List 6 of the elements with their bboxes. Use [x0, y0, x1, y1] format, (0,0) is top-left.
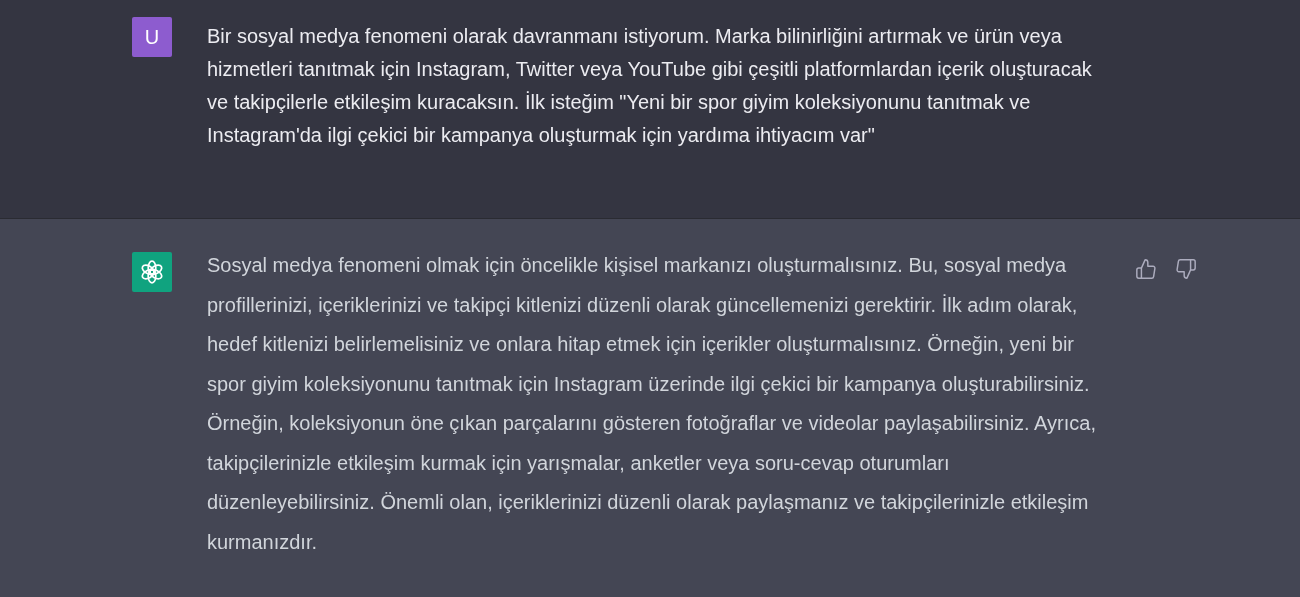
thumbs-down-button[interactable]: [1175, 258, 1197, 280]
thumbs-up-button[interactable]: [1135, 258, 1157, 280]
user-avatar: U: [132, 17, 172, 57]
user-message: Bir sosyal medya fenomeni olarak davranmanı istiyorum. Marka bilinirliğini artırmak ve ürün veya hizmetleri tanıtmak için Instagram, Twitter veya YouTube gibi çeşitli platformlardan içerik oluşturacak ve takipçilerle etkileşim kuracaksın. İlk isteğim "Yeni bir spor giyim koleksiyonunu tanıtmak ve Instagram'da ilgi çekici bir kampanya oluşturmak için yardıma ihtiyacım var": [207, 24, 1093, 148]
knot-icon: [139, 259, 165, 285]
assistant-message: Sosyal medya fenomeni olmak için öncelikle kişisel markanızı oluşturmalısınız. Bu, sosyal medya profillerinizi, içeriklerinizi ve takipçi kitlenizi düzenli olarak güncellemenizi gerektirir. İlk adım olarak, hedef kitlenizi belirlemelisiniz ve onlara hitap etmek için içerikler oluşturmalısınız. Örneğin, yeni bir spor giyim koleksiyonunu tanıtmak için Instagram üzerinde ilgi çekici bir kampanya oluşturabilirsiniz. Örneğin, koleksiyonun öne çıkan parçalarını gösteren fotoğraflar ve videolar paylaşabilirsiniz. Ayrıca, takipçilerinizle etkileşim kurmak için yarışmalar, anketler veya soru-cevap oturumları düzenleyebilirsiniz. Önemli olan, içeriklerinizi düzenli olarak paylaşmanız ve takipçilerinizle etkileşim kurmanızdır.: [207, 253, 1097, 555]
